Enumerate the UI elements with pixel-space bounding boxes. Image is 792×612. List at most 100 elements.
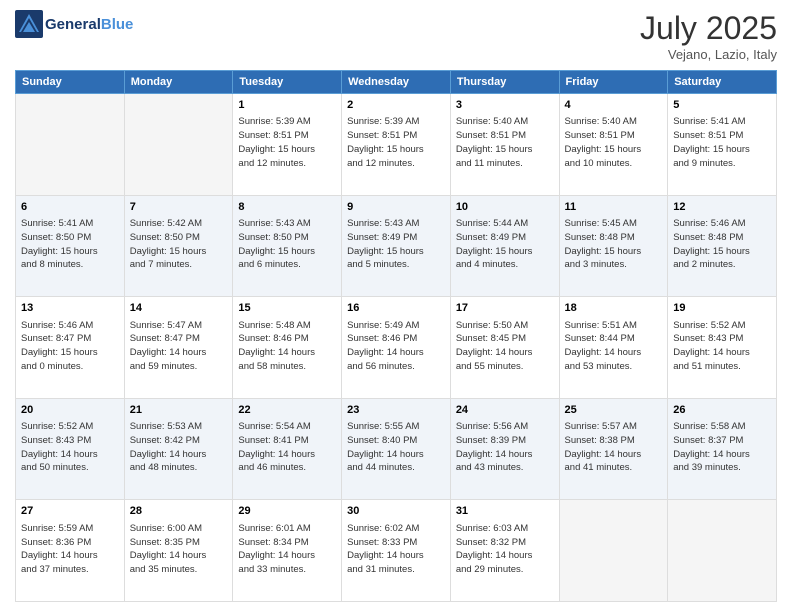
cell-date: 25 [565,403,663,418]
table-row: 22 Sunrise: 5:54 AM Sunset: 8:41 PM Dayli… [233,398,342,500]
table-row: 20 Sunrise: 5:52 AM Sunset: 8:43 PM Dayli… [16,398,125,500]
table-row: 19Sunrise: 5:52 AM Sunset: 8:43 PM Dayli… [668,297,777,399]
table-row: 4 Sunrise: 5:40 AM Sunset: 8:51 PM Daylig… [559,94,668,196]
logo-line1: General [45,16,101,33]
calendar-row-4: 20 Sunrise: 5:52 AM Sunset: 8:43 PM Dayli… [16,398,777,500]
table-row [668,500,777,602]
cell-date: 3 [456,98,554,113]
cell-date: 5 [673,98,771,113]
table-row: 27Sunrise: 5:59 AM Sunset: 8:36 PM Dayli… [16,500,125,602]
cell-date: 21 [130,403,228,418]
header-monday: Monday [124,71,233,94]
cell-date: 1 [238,98,336,113]
cell-content: Sunrise: 5:52 AM Sunset: 8:43 PM Dayligh… [21,420,119,475]
cell-content: Sunrise: 5:53 AM Sunset: 8:42 PM Dayligh… [130,420,228,475]
cell-content: Sunrise: 5:49 AM Sunset: 8:46 PM Dayligh… [347,319,445,374]
table-row: 7 Sunrise: 5:42 AM Sunset: 8:50 PM Daylig… [124,195,233,297]
cell-content: Sunrise: 6:03 AM Sunset: 8:32 PM Dayligh… [456,522,554,577]
table-row: 11 Sunrise: 5:45 AM Sunset: 8:48 PM Dayli… [559,195,668,297]
cell-date: 22 [238,403,336,418]
cell-content: Sunrise: 5:46 AM Sunset: 8:47 PM Dayligh… [21,319,119,374]
calendar-row-1: 1 Sunrise: 5:39 AM Sunset: 8:51 PM Daylig… [16,94,777,196]
table-row [124,94,233,196]
cell-content: Sunrise: 5:55 AM Sunset: 8:40 PM Dayligh… [347,420,445,475]
table-row: 25 Sunrise: 5:57 AM Sunset: 8:38 PM Dayli… [559,398,668,500]
cell-date: 20 [21,403,119,418]
table-row: 24Sunrise: 5:56 AM Sunset: 8:39 PM Dayli… [450,398,559,500]
cell-date: 15 [238,301,336,316]
cell-content: Sunrise: 5:50 AM Sunset: 8:45 PM Dayligh… [456,319,554,374]
cell-date: 27 [21,504,119,519]
title-block: July 2025 Vejano, Lazio, Italy [640,10,777,62]
month-title: July 2025 [640,10,777,47]
page: General Blue July 2025 Vejano, Lazio, It… [0,0,792,612]
location: Vejano, Lazio, Italy [640,47,777,62]
cell-content: Sunrise: 5:39 AM Sunset: 8:51 PM Dayligh… [347,115,445,170]
weekday-header-row: Sunday Monday Tuesday Wednesday Thursday… [16,71,777,94]
calendar-row-2: 6 Sunrise: 5:41 AM Sunset: 8:50 PM Daylig… [16,195,777,297]
table-row: 2 Sunrise: 5:39 AM Sunset: 8:51 PM Daylig… [342,94,451,196]
cell-content: Sunrise: 5:39 AM Sunset: 8:51 PM Dayligh… [238,115,336,170]
cell-content: Sunrise: 5:58 AM Sunset: 8:37 PM Dayligh… [673,420,771,475]
table-row: 17Sunrise: 5:50 AM Sunset: 8:45 PM Dayli… [450,297,559,399]
table-row: 23 Sunrise: 5:55 AM Sunset: 8:40 PM Dayli… [342,398,451,500]
cell-content: Sunrise: 5:47 AM Sunset: 8:47 PM Dayligh… [130,319,228,374]
table-row: 15 Sunrise: 5:48 AM Sunset: 8:46 PM Dayli… [233,297,342,399]
table-row: 10 Sunrise: 5:44 AM Sunset: 8:49 PM Dayli… [450,195,559,297]
table-row: 29 Sunrise: 6:01 AM Sunset: 8:34 PM Dayli… [233,500,342,602]
table-row: 28Sunrise: 6:00 AM Sunset: 8:35 PM Dayli… [124,500,233,602]
cell-date: 4 [565,98,663,113]
cell-date: 6 [21,200,119,215]
calendar: Sunday Monday Tuesday Wednesday Thursday… [15,70,777,602]
cell-content: Sunrise: 6:02 AM Sunset: 8:33 PM Dayligh… [347,522,445,577]
cell-content: Sunrise: 5:48 AM Sunset: 8:46 PM Dayligh… [238,319,336,374]
cell-date: 28 [130,504,228,519]
cell-date: 30 [347,504,445,519]
cell-content: Sunrise: 5:42 AM Sunset: 8:50 PM Dayligh… [130,217,228,272]
cell-date: 16 [347,301,445,316]
cell-content: Sunrise: 5:56 AM Sunset: 8:39 PM Dayligh… [456,420,554,475]
cell-content: Sunrise: 5:54 AM Sunset: 8:41 PM Dayligh… [238,420,336,475]
table-row: 1 Sunrise: 5:39 AM Sunset: 8:51 PM Daylig… [233,94,342,196]
header-wednesday: Wednesday [342,71,451,94]
cell-content: Sunrise: 5:44 AM Sunset: 8:49 PM Dayligh… [456,217,554,272]
cell-date: 12 [673,200,771,215]
header-tuesday: Tuesday [233,71,342,94]
table-row: 30 Sunrise: 6:02 AM Sunset: 8:33 PM Dayli… [342,500,451,602]
logo: General Blue [15,10,133,38]
cell-date: 31 [456,504,554,519]
cell-content: Sunrise: 5:57 AM Sunset: 8:38 PM Dayligh… [565,420,663,475]
cell-date: 10 [456,200,554,215]
cell-content: Sunrise: 5:41 AM Sunset: 8:51 PM Dayligh… [673,115,771,170]
cell-content: Sunrise: 5:40 AM Sunset: 8:51 PM Dayligh… [565,115,663,170]
header-thursday: Thursday [450,71,559,94]
cell-date: 18 [565,301,663,316]
header-saturday: Saturday [668,71,777,94]
cell-date: 23 [347,403,445,418]
cell-date: 29 [238,504,336,519]
cell-content: Sunrise: 5:41 AM Sunset: 8:50 PM Dayligh… [21,217,119,272]
cell-content: Sunrise: 5:45 AM Sunset: 8:48 PM Dayligh… [565,217,663,272]
table-row: 21 Sunrise: 5:53 AM Sunset: 8:42 PM Dayli… [124,398,233,500]
header: General Blue July 2025 Vejano, Lazio, It… [15,10,777,62]
header-sunday: Sunday [16,71,125,94]
cell-content: Sunrise: 5:43 AM Sunset: 8:50 PM Dayligh… [238,217,336,272]
table-row: 16 Sunrise: 5:49 AM Sunset: 8:46 PM Dayli… [342,297,451,399]
cell-date: 2 [347,98,445,113]
table-row: 12Sunrise: 5:46 AM Sunset: 8:48 PM Dayli… [668,195,777,297]
table-row: 8 Sunrise: 5:43 AM Sunset: 8:50 PM Daylig… [233,195,342,297]
table-row [559,500,668,602]
cell-date: 7 [130,200,228,215]
cell-content: Sunrise: 6:01 AM Sunset: 8:34 PM Dayligh… [238,522,336,577]
table-row: 14Sunrise: 5:47 AM Sunset: 8:47 PM Dayli… [124,297,233,399]
cell-content: Sunrise: 5:52 AM Sunset: 8:43 PM Dayligh… [673,319,771,374]
cell-content: Sunrise: 5:43 AM Sunset: 8:49 PM Dayligh… [347,217,445,272]
calendar-row-5: 27Sunrise: 5:59 AM Sunset: 8:36 PM Dayli… [16,500,777,602]
logo-icon [15,10,43,38]
cell-content: Sunrise: 5:40 AM Sunset: 8:51 PM Dayligh… [456,115,554,170]
calendar-row-3: 13Sunrise: 5:46 AM Sunset: 8:47 PM Dayli… [16,297,777,399]
cell-content: Sunrise: 5:51 AM Sunset: 8:44 PM Dayligh… [565,319,663,374]
cell-date: 8 [238,200,336,215]
table-row [16,94,125,196]
cell-date: 11 [565,200,663,215]
